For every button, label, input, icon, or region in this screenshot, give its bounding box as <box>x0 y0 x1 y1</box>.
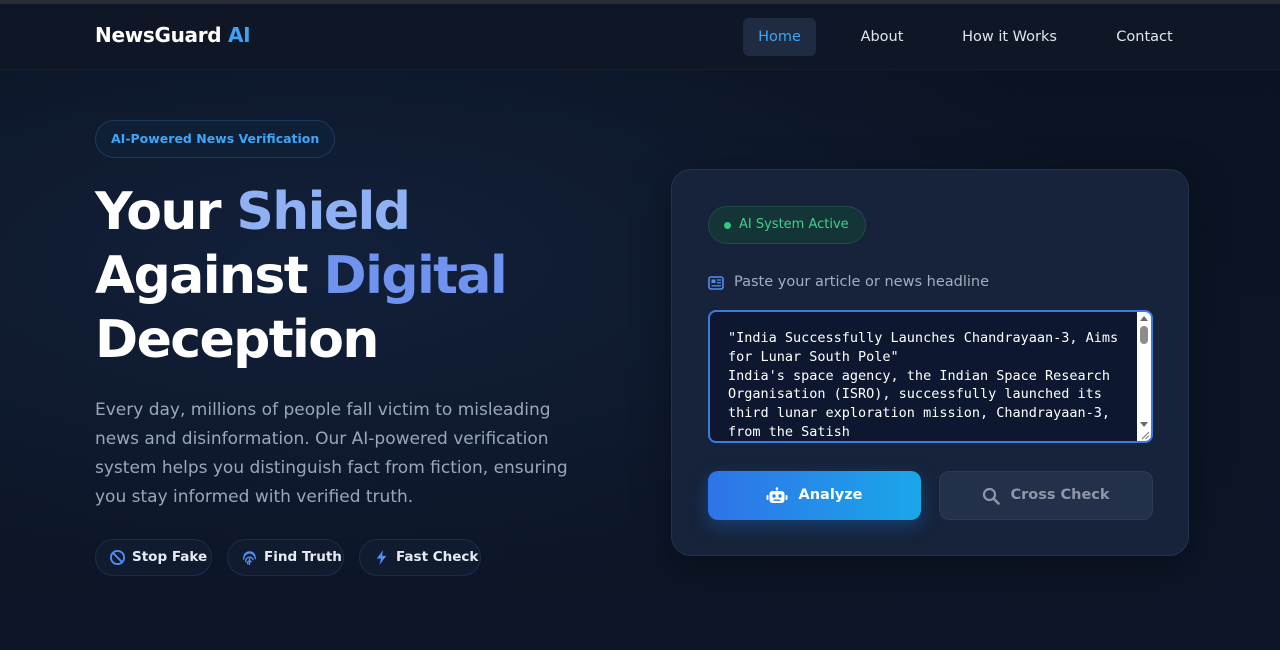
nav-contact[interactable]: Contact <box>1105 18 1184 56</box>
newspaper-icon <box>708 276 724 290</box>
lightning-icon <box>376 550 387 565</box>
hero-headline: Your Shield Against Digital Deception <box>95 180 615 372</box>
chip-label: Find Truth <box>264 549 342 565</box>
textarea-scrollbar[interactable] <box>1137 312 1151 441</box>
resize-handle-icon[interactable] <box>1140 430 1150 440</box>
chip-fast-check[interactable]: Fast Check <box>359 539 481 576</box>
analyze-label: Analyze <box>798 487 863 503</box>
hero-description: Every day, millions of people fall victi… <box>95 400 568 507</box>
logo-accent: AI <box>228 23 251 47</box>
cross-check-label: Cross Check <box>1010 487 1110 503</box>
article-textarea[interactable]: "India Successfully Launches Chandrayaan… <box>710 312 1137 441</box>
scroll-down-icon[interactable] <box>1140 422 1148 427</box>
headline-word-highlight: Shield <box>236 182 411 242</box>
scroll-up-icon[interactable] <box>1140 316 1148 321</box>
chip-find-truth[interactable]: Find Truth <box>227 539 344 576</box>
ban-icon <box>109 549 126 566</box>
headline-word: Against <box>95 246 309 306</box>
input-label-text: Paste your article or news headline <box>734 274 989 290</box>
nav-about[interactable]: About <box>849 18 915 56</box>
chip-stop-fake[interactable]: Stop Fake <box>95 539 212 576</box>
robot-icon <box>766 486 788 503</box>
input-label: Paste your article or news headline <box>708 274 989 290</box>
scroll-thumb[interactable] <box>1140 326 1148 344</box>
status-pill: AI System Active <box>708 206 866 244</box>
cross-check-button[interactable]: Cross Check <box>939 471 1153 520</box>
chip-label: Fast Check <box>396 549 479 565</box>
nav-home[interactable]: Home <box>743 18 816 56</box>
nav-how-it-works[interactable]: How it Works <box>952 18 1067 56</box>
search-icon <box>983 487 1001 505</box>
article-textarea-wrapper: "India Successfully Launches Chandrayaan… <box>708 310 1153 443</box>
headline-word-highlight: Digital <box>323 246 508 306</box>
headline-word: Your <box>95 182 221 242</box>
logo[interactable]: NewsGuard AI <box>95 23 251 47</box>
chip-label: Stop Fake <box>132 549 208 565</box>
status-dot-icon <box>724 222 731 229</box>
navbar: NewsGuard AI Home About How it Works Con… <box>0 4 1280 70</box>
analyze-button[interactable]: Analyze <box>708 471 921 520</box>
verification-card: AI System Active Paste your article or n… <box>671 169 1189 556</box>
logo-text: NewsGuard <box>95 23 222 47</box>
hero-badge: AI-Powered News Verification <box>95 120 336 158</box>
fingerprint-icon <box>242 551 257 566</box>
headline-word: Deception <box>95 310 379 370</box>
status-text: AI System Active <box>739 217 849 232</box>
